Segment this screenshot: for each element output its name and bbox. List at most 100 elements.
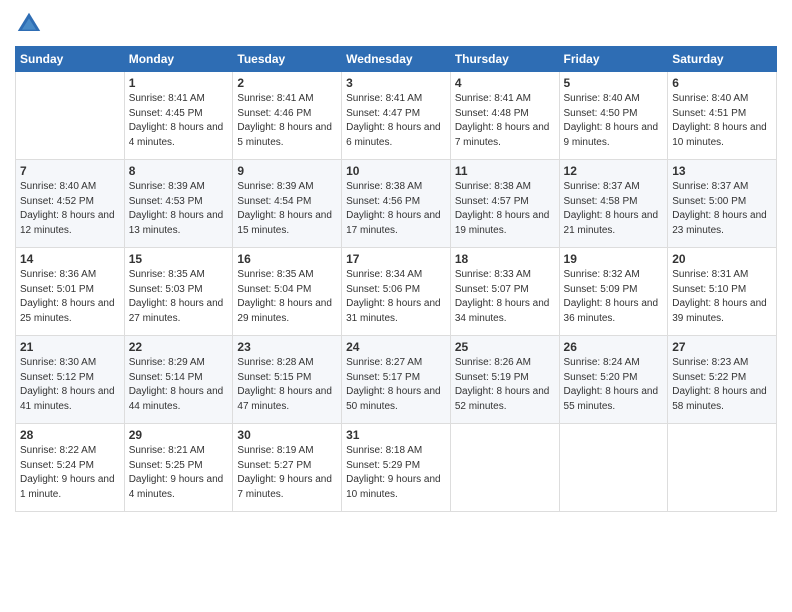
day-number: 18 [455,252,555,266]
calendar-cell: 31 Sunrise: 8:18 AMSunset: 5:29 PMDayligh… [342,424,451,512]
day-info: Sunrise: 8:39 AMSunset: 4:53 PMDaylight:… [129,180,229,238]
day-number: 1 [129,76,229,90]
calendar-cell: 13 Sunrise: 8:37 AMSunset: 5:00 PMDayligh… [668,160,777,248]
day-info: Sunrise: 8:37 AMSunset: 5:00 PMDaylight:… [672,180,772,238]
day-number: 24 [346,340,446,354]
day-info: Sunrise: 8:35 AMSunset: 5:04 PMDaylight:… [237,268,337,326]
calendar-table: SundayMondayTuesdayWednesdayThursdayFrid… [15,46,777,512]
calendar-weekday-monday: Monday [124,47,233,72]
day-number: 7 [20,164,120,178]
calendar-cell: 24Sunrise: 8:27 AMSunset: 5:17 PMDayligh… [342,336,451,424]
day-number: 23 [237,340,337,354]
calendar-cell: 25 Sunrise: 8:26 AMSunset: 5:19 PMDayligh… [450,336,559,424]
day-info: Sunrise: 8:40 AMSunset: 4:50 PMDaylight:… [564,92,664,150]
calendar-week-row: 7 Sunrise: 8:40 AMSunset: 4:52 PMDaylight… [16,160,777,248]
calendar-weekday-saturday: Saturday [668,47,777,72]
day-info: Sunrise: 8:33 AMSunset: 5:07 PMDaylight:… [455,268,555,326]
calendar-cell: 20 Sunrise: 8:31 AMSunset: 5:10 PMDayligh… [668,248,777,336]
calendar-cell: 4Sunrise: 8:41 AMSunset: 4:48 PMDaylight… [450,72,559,160]
day-info: Sunrise: 8:28 AMSunset: 5:15 PMDaylight:… [237,356,337,414]
day-info: Sunrise: 8:26 AMSunset: 5:19 PMDaylight:… [455,356,555,414]
day-info: Sunrise: 8:34 AMSunset: 5:06 PMDaylight:… [346,268,446,326]
day-number: 28 [20,428,120,442]
calendar-cell [450,424,559,512]
calendar-cell: 23 Sunrise: 8:28 AMSunset: 5:15 PMDayligh… [233,336,342,424]
day-number: 17 [346,252,446,266]
day-number: 25 [455,340,555,354]
day-number: 11 [455,164,555,178]
day-number: 30 [237,428,337,442]
calendar-week-row: 28 Sunrise: 8:22 AMSunset: 5:24 PMDayligh… [16,424,777,512]
calendar-cell: 6Sunrise: 8:40 AMSunset: 4:51 PMDaylight… [668,72,777,160]
day-info: Sunrise: 8:30 AMSunset: 5:12 PMDaylight:… [20,356,120,414]
calendar-cell: 15 Sunrise: 8:35 AMSunset: 5:03 PMDayligh… [124,248,233,336]
calendar-weekday-friday: Friday [559,47,668,72]
day-number: 22 [129,340,229,354]
day-info: Sunrise: 8:23 AMSunset: 5:22 PMDaylight:… [672,356,772,414]
calendar-week-row: 14Sunrise: 8:36 AMSunset: 5:01 PMDayligh… [16,248,777,336]
day-number: 12 [564,164,664,178]
day-number: 14 [20,252,120,266]
day-info: Sunrise: 8:31 AMSunset: 5:10 PMDaylight:… [672,268,772,326]
day-info: Sunrise: 8:35 AMSunset: 5:03 PMDaylight:… [129,268,229,326]
day-number: 8 [129,164,229,178]
calendar-cell: 27 Sunrise: 8:23 AMSunset: 5:22 PMDayligh… [668,336,777,424]
day-number: 29 [129,428,229,442]
day-info: Sunrise: 8:40 AMSunset: 4:52 PMDaylight:… [20,180,120,238]
day-info: Sunrise: 8:38 AMSunset: 4:57 PMDaylight:… [455,180,555,238]
day-info: Sunrise: 8:40 AMSunset: 4:51 PMDaylight:… [672,92,772,150]
calendar-cell: 5 Sunrise: 8:40 AMSunset: 4:50 PMDaylight… [559,72,668,160]
day-number: 13 [672,164,772,178]
day-info: Sunrise: 8:39 AMSunset: 4:54 PMDaylight:… [237,180,337,238]
header [15,10,777,38]
calendar-cell [16,72,125,160]
calendar-cell: 11 Sunrise: 8:38 AMSunset: 4:57 PMDayligh… [450,160,559,248]
logo [15,10,47,38]
day-number: 19 [564,252,664,266]
calendar-weekday-sunday: Sunday [16,47,125,72]
calendar-cell: 21 Sunrise: 8:30 AMSunset: 5:12 PMDayligh… [16,336,125,424]
calendar-cell: 30 Sunrise: 8:19 AMSunset: 5:27 PMDayligh… [233,424,342,512]
calendar-cell: 2 Sunrise: 8:41 AMSunset: 4:46 PMDaylight… [233,72,342,160]
day-number: 26 [564,340,664,354]
day-number: 10 [346,164,446,178]
calendar-header-row: SundayMondayTuesdayWednesdayThursdayFrid… [16,47,777,72]
day-info: Sunrise: 8:41 AMSunset: 4:46 PMDaylight:… [237,92,337,150]
day-number: 16 [237,252,337,266]
day-info: Sunrise: 8:41 AMSunset: 4:48 PMDaylight:… [455,92,555,150]
day-number: 31 [346,428,446,442]
day-info: Sunrise: 8:19 AMSunset: 5:27 PMDaylight:… [237,444,337,502]
calendar-weekday-wednesday: Wednesday [342,47,451,72]
day-info: Sunrise: 8:41 AMSunset: 4:47 PMDaylight:… [346,92,446,150]
calendar-cell: 8 Sunrise: 8:39 AMSunset: 4:53 PMDaylight… [124,160,233,248]
calendar-weekday-thursday: Thursday [450,47,559,72]
calendar-cell: 7 Sunrise: 8:40 AMSunset: 4:52 PMDaylight… [16,160,125,248]
calendar-weekday-tuesday: Tuesday [233,47,342,72]
calendar-week-row: 21 Sunrise: 8:30 AMSunset: 5:12 PMDayligh… [16,336,777,424]
page: SundayMondayTuesdayWednesdayThursdayFrid… [0,0,792,612]
calendar-cell: 14Sunrise: 8:36 AMSunset: 5:01 PMDayligh… [16,248,125,336]
day-info: Sunrise: 8:21 AMSunset: 5:25 PMDaylight:… [129,444,229,502]
day-info: Sunrise: 8:32 AMSunset: 5:09 PMDaylight:… [564,268,664,326]
day-number: 2 [237,76,337,90]
day-number: 27 [672,340,772,354]
calendar-cell [668,424,777,512]
calendar-cell: 18 Sunrise: 8:33 AMSunset: 5:07 PMDayligh… [450,248,559,336]
day-number: 15 [129,252,229,266]
day-info: Sunrise: 8:41 AMSunset: 4:45 PMDaylight:… [129,92,229,150]
calendar-cell: 17 Sunrise: 8:34 AMSunset: 5:06 PMDayligh… [342,248,451,336]
day-info: Sunrise: 8:18 AMSunset: 5:29 PMDaylight:… [346,444,446,502]
calendar-cell: 9Sunrise: 8:39 AMSunset: 4:54 PMDaylight… [233,160,342,248]
day-info: Sunrise: 8:38 AMSunset: 4:56 PMDaylight:… [346,180,446,238]
day-info: Sunrise: 8:29 AMSunset: 5:14 PMDaylight:… [129,356,229,414]
day-number: 21 [20,340,120,354]
day-number: 3 [346,76,446,90]
calendar-cell: 3 Sunrise: 8:41 AMSunset: 4:47 PMDaylight… [342,72,451,160]
day-info: Sunrise: 8:24 AMSunset: 5:20 PMDaylight:… [564,356,664,414]
day-info: Sunrise: 8:22 AMSunset: 5:24 PMDaylight:… [20,444,120,502]
calendar-cell: 26 Sunrise: 8:24 AMSunset: 5:20 PMDayligh… [559,336,668,424]
day-number: 5 [564,76,664,90]
day-number: 20 [672,252,772,266]
calendar-cell: 12Sunrise: 8:37 AMSunset: 4:58 PMDayligh… [559,160,668,248]
calendar-cell: 29 Sunrise: 8:21 AMSunset: 5:25 PMDayligh… [124,424,233,512]
